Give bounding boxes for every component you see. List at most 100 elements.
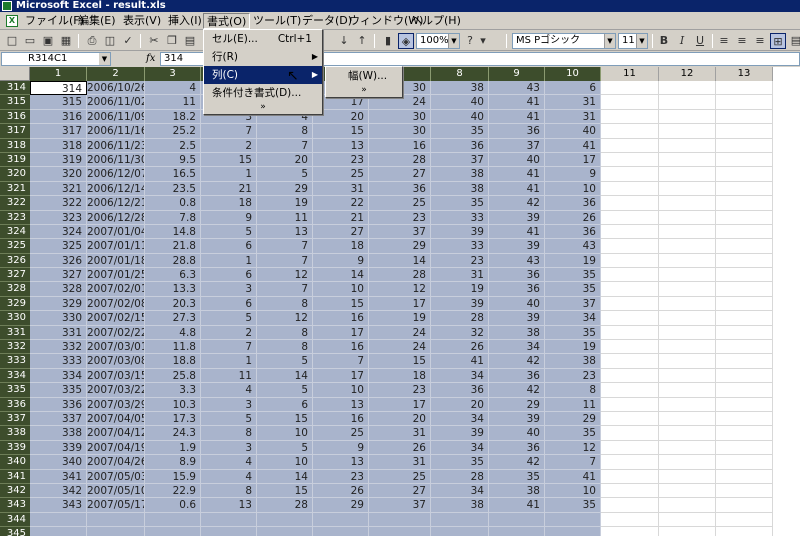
cell[interactable]: 316 [30, 109, 87, 125]
cell[interactable]: 7.8 [145, 210, 201, 225]
cell[interactable] [716, 181, 773, 197]
cell[interactable]: 5 [201, 411, 257, 427]
cell[interactable] [601, 411, 659, 427]
cell[interactable]: 34 [545, 311, 601, 326]
cell[interactable]: 43 [489, 81, 545, 96]
cell[interactable]: 21.8 [145, 239, 201, 254]
cell[interactable]: 23 [313, 152, 369, 168]
cell[interactable]: 40 [545, 124, 601, 139]
cell[interactable]: 7 [313, 354, 369, 369]
cell[interactable]: 11 [201, 368, 257, 384]
cell[interactable]: 334 [30, 368, 87, 384]
help-icon[interactable]: ? [462, 33, 478, 49]
font-size-select[interactable]: 11 ▼ [618, 33, 648, 49]
cell[interactable]: 8.9 [145, 455, 201, 470]
cell[interactable] [659, 224, 716, 240]
cell[interactable] [601, 383, 659, 398]
cell[interactable]: 2006/11/09 [87, 109, 145, 125]
cell[interactable] [716, 354, 773, 369]
cell[interactable]: 35 [545, 282, 601, 297]
toolbar-options-icon[interactable]: ▾ [478, 33, 488, 49]
cell[interactable]: 15 [313, 124, 369, 139]
cell[interactable] [659, 253, 716, 269]
font-select[interactable]: MS Pゴシック ▼ [512, 33, 616, 49]
cell[interactable] [601, 253, 659, 269]
cell[interactable]: 15 [313, 296, 369, 312]
cell[interactable]: 13 [201, 498, 257, 513]
cell[interactable]: 34 [431, 411, 489, 427]
cell[interactable] [489, 512, 545, 528]
cell[interactable] [87, 512, 145, 528]
cell[interactable]: 336 [30, 397, 87, 412]
cell[interactable]: 1.9 [145, 440, 201, 456]
cell[interactable]: 2007/04/26 [87, 455, 145, 470]
cell[interactable]: 337 [30, 411, 87, 427]
cell[interactable]: 35 [489, 469, 545, 484]
print-preview-icon[interactable]: ◫ [102, 33, 118, 49]
cell[interactable]: 35 [545, 268, 601, 283]
cell[interactable] [659, 311, 716, 326]
cell[interactable] [716, 440, 773, 456]
cell[interactable]: 2007/03/08 [87, 354, 145, 369]
cell[interactable]: 2007/01/18 [87, 253, 145, 269]
cell[interactable]: 38 [431, 167, 489, 182]
cell[interactable] [659, 368, 716, 384]
cell[interactable]: 5 [257, 167, 313, 182]
row-header[interactable]: 344 [0, 512, 30, 528]
cell[interactable]: 7 [257, 282, 313, 297]
cell[interactable]: 41 [431, 354, 489, 369]
cell[interactable]: 36 [545, 224, 601, 240]
row-header[interactable]: 316 [0, 109, 30, 125]
row-header[interactable]: 319 [0, 152, 30, 168]
cell[interactable]: 17 [369, 397, 431, 412]
cell[interactable] [601, 224, 659, 240]
cell[interactable]: 322 [30, 196, 87, 211]
cell[interactable]: 2006/12/21 [87, 196, 145, 211]
cell[interactable]: 31 [369, 426, 431, 441]
cell[interactable] [659, 397, 716, 412]
cell[interactable]: 21 [201, 181, 257, 197]
function-icon[interactable]: fx [146, 52, 158, 66]
cell[interactable]: 2007/01/11 [87, 239, 145, 254]
cell[interactable]: 34 [431, 483, 489, 499]
cell[interactable]: 29 [313, 498, 369, 513]
row-header[interactable]: 326 [0, 253, 30, 269]
cell[interactable] [601, 311, 659, 326]
cell[interactable]: 2007/04/12 [87, 426, 145, 441]
cell[interactable]: 1 [201, 167, 257, 182]
cell[interactable]: 17 [313, 368, 369, 384]
cell[interactable]: 43 [489, 253, 545, 269]
cell[interactable] [716, 311, 773, 326]
cell[interactable]: 33 [431, 239, 489, 254]
cell[interactable]: 38 [489, 483, 545, 499]
cell[interactable] [716, 455, 773, 470]
cell[interactable]: 325 [30, 239, 87, 254]
cell[interactable]: 23 [369, 383, 431, 398]
cell[interactable]: 16 [313, 311, 369, 326]
cell[interactable]: 2007/01/04 [87, 224, 145, 240]
row-header[interactable]: 337 [0, 411, 30, 427]
cell[interactable]: 18 [201, 196, 257, 211]
cell[interactable]: 26 [369, 440, 431, 456]
cell[interactable]: 15 [257, 483, 313, 499]
row-header[interactable]: 333 [0, 354, 30, 369]
cell[interactable] [659, 152, 716, 168]
cell[interactable] [30, 527, 87, 536]
menu-3[interactable]: 表示(V) [120, 13, 164, 29]
cell[interactable]: 39 [489, 411, 545, 427]
cell[interactable]: 12 [545, 440, 601, 456]
cell[interactable]: 28 [431, 311, 489, 326]
format-menu-item[interactable]: 列(C) ▶ [204, 66, 322, 84]
save-icon[interactable]: ▣ [40, 33, 56, 49]
cell[interactable]: 12 [257, 311, 313, 326]
cell[interactable] [369, 527, 431, 536]
cell[interactable]: 17 [369, 296, 431, 312]
cell[interactable]: 4 [201, 383, 257, 398]
cell[interactable]: 2006/10/26 [87, 81, 145, 96]
cell[interactable]: 2007/01/25 [87, 268, 145, 283]
cell[interactable]: 2006/12/07 [87, 167, 145, 182]
row-header[interactable]: 317 [0, 124, 30, 139]
cell[interactable]: 41 [489, 181, 545, 197]
cell[interactable] [716, 282, 773, 297]
cell[interactable]: 30 [369, 124, 431, 139]
